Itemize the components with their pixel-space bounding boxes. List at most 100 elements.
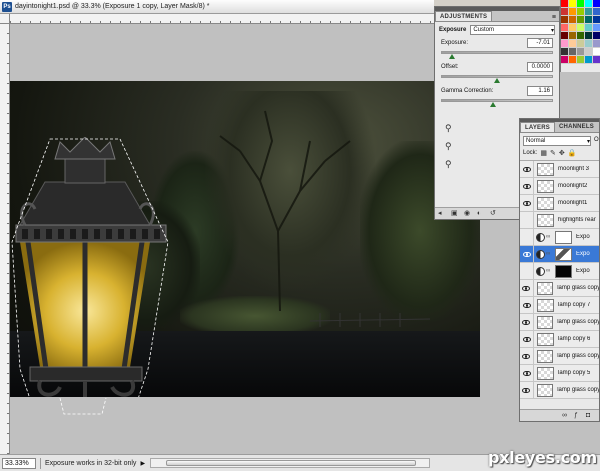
offset-input[interactable]: 0.0000 — [527, 62, 553, 72]
color-swatch[interactable] — [569, 32, 577, 40]
layer-thumbnail[interactable] — [537, 298, 554, 312]
layer-visibility-toggle[interactable] — [520, 228, 534, 246]
gamma-slider-track[interactable] — [441, 99, 553, 102]
layer-row[interactable]: lamp glass copy — [520, 381, 599, 399]
color-swatch[interactable] — [561, 48, 569, 56]
color-swatch[interactable] — [593, 8, 600, 16]
color-swatch[interactable] — [569, 0, 577, 8]
layer-row[interactable]: lamp copy 5 — [520, 364, 599, 382]
mask-link-icon[interactable]: ∞ — [546, 234, 552, 240]
color-swatch[interactable] — [577, 32, 585, 40]
layer-thumbnail[interactable] — [537, 179, 554, 193]
color-swatch[interactable] — [569, 48, 577, 56]
return-arrow-icon[interactable]: ◂ — [438, 210, 446, 218]
layer-row[interactable]: lamp glass copy — [520, 279, 599, 297]
zoom-level-field[interactable]: 33.33% — [2, 457, 36, 469]
color-swatch[interactable] — [569, 8, 577, 16]
color-swatch[interactable] — [585, 0, 593, 8]
reset-icon[interactable]: ↺ — [490, 210, 498, 218]
gamma-input[interactable]: 1.16 — [527, 86, 553, 96]
layer-row[interactable]: moonlight 3 — [520, 160, 599, 178]
gray-point-eyedropper-icon[interactable]: ⚲ — [445, 141, 452, 152]
color-swatch[interactable] — [577, 24, 585, 32]
document-titlebar[interactable]: Ps dayintonight1.psd @ 33.3% (Exposure 1… — [0, 0, 434, 14]
tab-layers[interactable]: LAYERS — [520, 122, 555, 132]
color-swatch[interactable] — [593, 48, 600, 56]
exposure-slider-thumb[interactable] — [449, 54, 456, 59]
white-point-eyedropper-icon[interactable]: ⚲ — [445, 159, 452, 170]
color-swatch[interactable] — [561, 56, 569, 64]
color-swatch[interactable] — [577, 0, 585, 8]
color-swatch[interactable] — [569, 16, 577, 24]
layer-row[interactable]: moonlight2 — [520, 177, 599, 195]
scrollbar-thumb[interactable] — [166, 460, 416, 466]
color-swatch[interactable] — [561, 8, 569, 16]
preset-dropdown[interactable]: Custom ▾ — [470, 25, 555, 35]
add-mask-icon[interactable]: ◘ — [586, 412, 594, 420]
layer-visibility-toggle[interactable] — [520, 296, 534, 314]
gamma-slider-thumb[interactable] — [489, 102, 496, 107]
layer-visibility-toggle[interactable] — [520, 347, 534, 365]
color-swatch[interactable] — [585, 8, 593, 16]
layer-row[interactable]: moonlight1 — [520, 194, 599, 212]
layer-visibility-toggle[interactable] — [520, 177, 534, 195]
color-swatch[interactable] — [577, 56, 585, 64]
ruler-origin[interactable] — [0, 14, 10, 24]
exposure-slider-track[interactable] — [441, 51, 553, 54]
black-point-eyedropper-icon[interactable]: ⚲ — [445, 123, 452, 134]
layer-thumbnail[interactable] — [536, 281, 554, 295]
layer-visibility-toggle[interactable] — [520, 194, 534, 212]
color-swatch[interactable] — [561, 32, 569, 40]
layer-visibility-toggle[interactable] — [520, 313, 534, 331]
layer-visibility-toggle[interactable] — [520, 245, 534, 263]
color-swatch[interactable] — [585, 32, 593, 40]
layer-style-icon[interactable]: ƒ — [574, 412, 582, 420]
layer-mask-thumbnail[interactable] — [555, 230, 572, 244]
color-swatch[interactable] — [585, 40, 593, 48]
color-swatch[interactable] — [593, 0, 600, 8]
layer-visibility-toggle[interactable] — [520, 211, 534, 229]
layer-thumbnail[interactable] — [536, 349, 554, 363]
color-swatch[interactable] — [577, 48, 585, 56]
layer-thumbnail[interactable] — [537, 196, 554, 210]
layer-visibility-toggle[interactable] — [520, 160, 534, 178]
layer-row[interactable]: ∞ Expo — [520, 245, 599, 263]
tab-adjustments[interactable]: ADJUSTMENTS — [435, 11, 493, 21]
layer-row[interactable]: lamp copy 7 — [520, 296, 599, 314]
lock-all-icon[interactable]: 🔒 — [568, 149, 577, 157]
panel-menu-icon[interactable]: ≡ — [552, 14, 556, 21]
lock-transparent-icon[interactable]: ▦ — [540, 149, 547, 157]
visibility-icon[interactable]: ◉ — [464, 210, 472, 218]
color-swatch[interactable] — [585, 48, 593, 56]
clip-to-layer-icon[interactable]: ▣ — [451, 210, 459, 218]
vertical-ruler[interactable] — [0, 24, 10, 454]
layer-row[interactable]: highlights rear — [520, 211, 599, 229]
color-swatch[interactable] — [569, 24, 577, 32]
layer-visibility-toggle[interactable] — [520, 330, 534, 348]
adjustment-layer-icon[interactable] — [536, 266, 545, 276]
layer-thumbnail[interactable] — [536, 383, 554, 397]
color-swatch[interactable] — [593, 16, 600, 24]
layer-row[interactable]: lamp glass copy — [520, 347, 599, 365]
tab-channels[interactable]: CHANNELS — [555, 122, 598, 132]
adjustment-layer-icon[interactable] — [536, 232, 545, 242]
color-swatch[interactable] — [561, 0, 569, 8]
color-swatch[interactable] — [593, 24, 600, 32]
layer-visibility-toggle[interactable] — [520, 279, 534, 297]
layer-thumbnail[interactable] — [537, 332, 554, 346]
color-swatch[interactable] — [561, 24, 569, 32]
color-swatch[interactable] — [593, 56, 600, 64]
mask-link-icon[interactable]: ∞ — [546, 268, 552, 274]
exposure-input[interactable]: -7.01 — [527, 38, 553, 48]
color-swatch[interactable] — [585, 24, 593, 32]
color-swatch[interactable] — [569, 56, 577, 64]
adjustment-layer-icon[interactable] — [536, 249, 545, 259]
color-swatch[interactable] — [569, 40, 577, 48]
layer-row[interactable]: ∞ Expo — [520, 228, 599, 246]
layer-thumbnail[interactable] — [537, 366, 554, 380]
layer-thumbnail[interactable] — [537, 213, 554, 227]
color-swatch[interactable] — [561, 40, 569, 48]
layer-row[interactable]: lamp copy 6 — [520, 330, 599, 348]
layer-mask-thumbnail[interactable] — [555, 264, 572, 278]
layer-thumbnail[interactable] — [537, 162, 554, 176]
